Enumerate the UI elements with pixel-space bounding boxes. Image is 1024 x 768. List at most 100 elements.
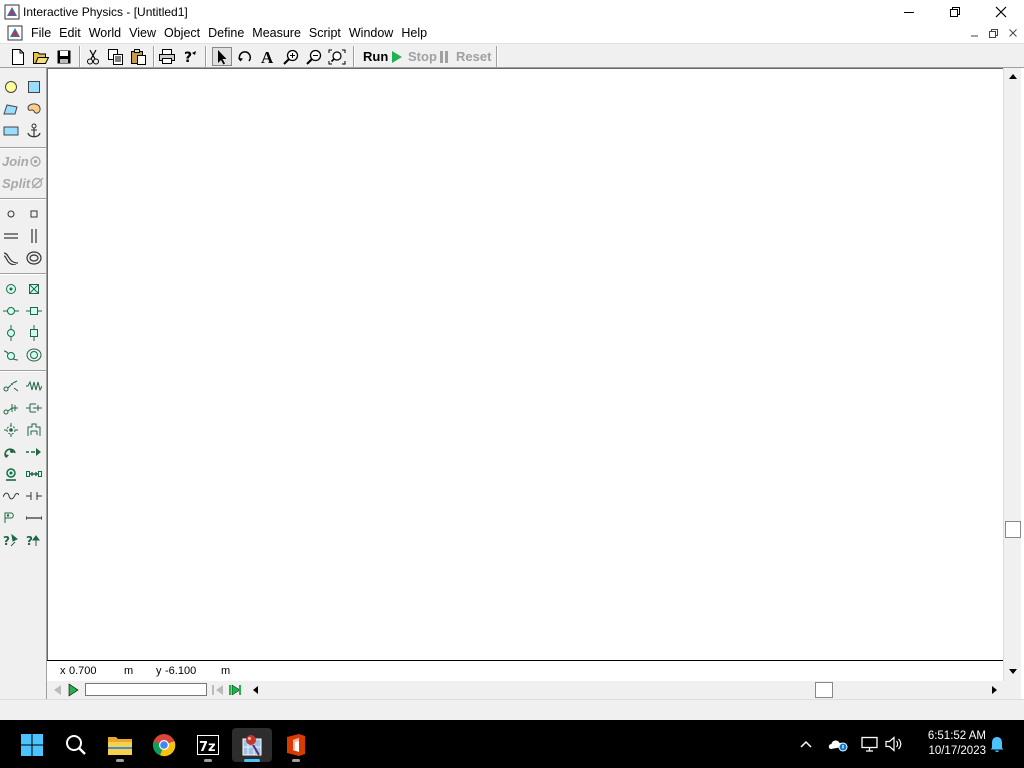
horizontal-scroll-thumb[interactable] [815,682,833,698]
spring-tool[interactable] [24,377,44,395]
scroll-up-button[interactable] [1004,68,1022,85]
vertical-pin-slot-tool[interactable] [1,324,21,342]
rectangle-tool[interactable] [24,78,44,96]
horizontal-pin-slot-tool[interactable] [1,302,21,320]
menu-measure[interactable]: Measure [252,26,309,40]
menu-object[interactable]: Object [164,26,208,40]
y-coordinate-field[interactable] [163,663,219,679]
text-tool-button[interactable]: A [258,47,278,66]
closed-slot-tool[interactable] [24,249,44,267]
tape-back-button[interactable] [50,682,64,698]
pin-joint-tool[interactable] [1,280,21,298]
run-button[interactable]: Run [362,46,404,67]
zoom-out-button[interactable] [304,47,324,66]
document-icon[interactable] [7,25,23,41]
start-button[interactable] [12,728,52,762]
tape-forward-button[interactable] [228,682,242,698]
doc-restore-button[interactable] [984,25,1003,41]
context-help-button[interactable]: ? [180,47,200,66]
curved-body-tool[interactable] [24,100,44,118]
minimize-button[interactable] [886,0,932,23]
question-tool-b[interactable]: ? [24,531,44,549]
stop-button[interactable]: Stop [407,46,450,67]
notifications-button[interactable] [985,732,1009,756]
tape-play-button[interactable] [66,682,80,698]
menu-define[interactable]: Define [208,26,252,40]
spring-damper-tool[interactable] [24,399,44,417]
arrow-tool-button[interactable] [212,47,232,66]
menu-edit[interactable]: Edit [59,26,89,40]
pulley-tool[interactable] [1,509,21,527]
vertical-scroll-thumb[interactable] [1005,521,1021,538]
tape-rewind-button[interactable] [211,682,225,698]
circle-tool[interactable] [1,78,21,96]
cut-button[interactable] [83,47,103,66]
onedrive-button[interactable] [826,732,850,756]
scroll-down-button[interactable] [1004,663,1022,680]
polygon-tool[interactable] [1,100,21,118]
close-button[interactable] [978,0,1024,23]
measure-tool[interactable] [24,509,44,527]
title-bar[interactable]: Interactive Physics - [Untitled1] [0,0,1024,23]
vertical-scrollbar[interactable] [1003,68,1021,681]
curved-slot-tool[interactable] [1,249,21,267]
zoom-fit-button[interactable] [327,47,347,66]
7zip-button[interactable]: 7z [188,728,228,762]
save-button[interactable] [54,47,74,66]
app-icon[interactable] [4,4,20,20]
restore-button[interactable] [932,0,978,23]
gear-mesh-tool[interactable] [24,487,44,505]
chrome-button[interactable] [144,728,184,762]
split-button[interactable]: Split [2,174,44,192]
join-button[interactable]: Join [2,152,41,170]
tape-slider[interactable] [85,683,207,696]
copy-button[interactable] [106,47,126,66]
paste-button[interactable] [129,47,149,66]
horizontal-keyed-slot-tool[interactable] [24,302,44,320]
rope-tool[interactable] [1,377,21,395]
torque-tool[interactable] [1,465,21,483]
menu-help[interactable]: Help [401,26,435,40]
new-button[interactable] [8,47,28,66]
curved-pin-slot-tool[interactable] [1,346,21,364]
file-explorer-button[interactable] [100,728,140,762]
doc-close-button[interactable] [1003,25,1022,41]
actuator-tool[interactable] [24,465,44,483]
network-button[interactable] [858,732,882,756]
force-tool[interactable] [24,443,44,461]
scroll-left-button[interactable] [247,681,264,699]
vertical-slot-tool[interactable] [24,227,44,245]
damper-tool[interactable] [1,399,21,417]
scroll-right-button[interactable] [986,681,1003,699]
x-coordinate-field[interactable] [67,663,123,679]
point-tool[interactable] [1,205,21,223]
menu-view[interactable]: View [129,26,164,40]
volume-button[interactable] [882,732,906,756]
open-button[interactable] [31,47,51,66]
separator-tool[interactable] [1,487,21,505]
rotate-tool-button[interactable] [235,47,255,66]
rotational-motor-tool[interactable] [1,443,21,461]
rotational-damper-tool[interactable] [24,421,44,439]
menu-window[interactable]: Window [349,26,401,40]
interactive-physics-button[interactable] [232,728,272,762]
rigid-joint-tool[interactable] [24,280,44,298]
wall-tool[interactable] [1,122,21,140]
question-tool-a[interactable]: ? [1,531,21,549]
closed-pin-slot-tool[interactable] [24,346,44,364]
horizontal-slot-tool[interactable] [1,227,21,245]
rotational-spring-tool[interactable] [1,421,21,439]
menu-script[interactable]: Script [309,26,349,40]
reset-button[interactable]: Reset [455,46,492,67]
menu-world[interactable]: World [89,26,129,40]
doc-minimize-button[interactable] [965,25,984,41]
office-button[interactable] [276,728,316,762]
anchor-tool[interactable] [24,122,44,140]
print-button[interactable] [157,47,177,66]
menu-file[interactable]: File [31,26,59,40]
show-hidden-icons-button[interactable] [794,732,818,756]
clock[interactable]: 6:51:52 AM 10/17/2023 [914,729,986,759]
square-point-tool[interactable] [24,205,44,223]
vertical-keyed-slot-tool[interactable] [24,324,44,342]
search-button[interactable] [56,728,96,762]
